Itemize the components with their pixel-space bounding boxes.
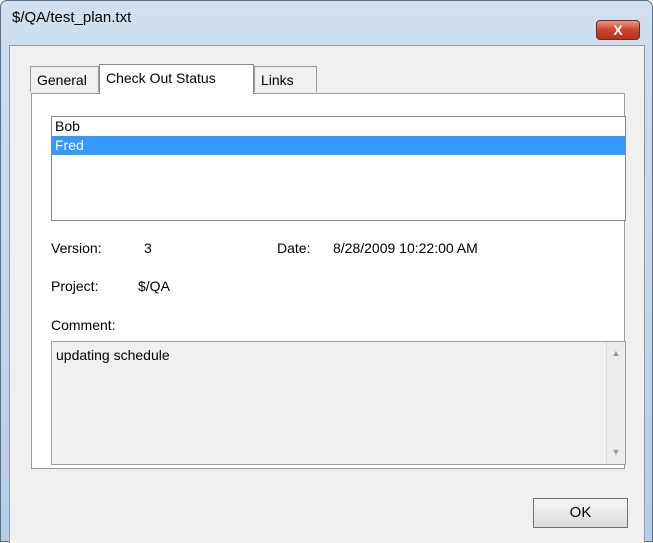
version-value: 3 — [144, 240, 152, 256]
window-title: $/QA/test_plan.txt — [12, 9, 132, 26]
tab-label: General — [37, 72, 87, 88]
project-value: $/QA — [138, 278, 170, 294]
tab-general[interactable]: General — [30, 66, 99, 92]
list-item-label: Bob — [55, 118, 80, 134]
dialog-client-area: General Check Out Status Links Bob Fred … — [9, 45, 645, 543]
tab-panel: Bob Fred Version: 3 Date: 8/28/2009 10:2… — [31, 93, 626, 469]
project-label: Project: — [51, 278, 99, 294]
date-label: Date: — [277, 240, 311, 256]
scroll-down-arrow-icon[interactable]: ▼ — [607, 447, 625, 457]
tab-links[interactable]: Links — [254, 66, 317, 92]
tab-label: Check Out Status — [106, 70, 216, 86]
tab-check-out-status[interactable]: Check Out Status — [99, 64, 254, 94]
comment-label: Comment: — [51, 317, 116, 333]
list-item-selected[interactable]: Fred — [52, 136, 625, 155]
title-bar[interactable]: $/QA/test_plan.txt — [1, 1, 652, 31]
comment-scrollbar[interactable]: ▲ ▼ — [606, 342, 625, 464]
comment-field[interactable]: updating schedule ▲ ▼ — [51, 341, 626, 465]
version-label: Version: — [51, 240, 102, 256]
dialog-window: $/QA/test_plan.txt X General Check Out S… — [0, 0, 653, 543]
close-icon: X — [613, 22, 623, 38]
tab-label: Links — [261, 72, 294, 88]
scroll-up-arrow-icon[interactable]: ▲ — [607, 348, 625, 358]
ok-button[interactable]: OK — [533, 498, 628, 528]
date-value: 8/28/2009 10:22:00 AM — [333, 240, 478, 256]
close-button[interactable]: X — [596, 20, 640, 40]
comment-text: updating schedule — [56, 347, 170, 363]
list-item-label: Fred — [55, 137, 84, 153]
list-item[interactable]: Bob — [52, 117, 625, 136]
checkout-user-list[interactable]: Bob Fred — [51, 116, 626, 221]
